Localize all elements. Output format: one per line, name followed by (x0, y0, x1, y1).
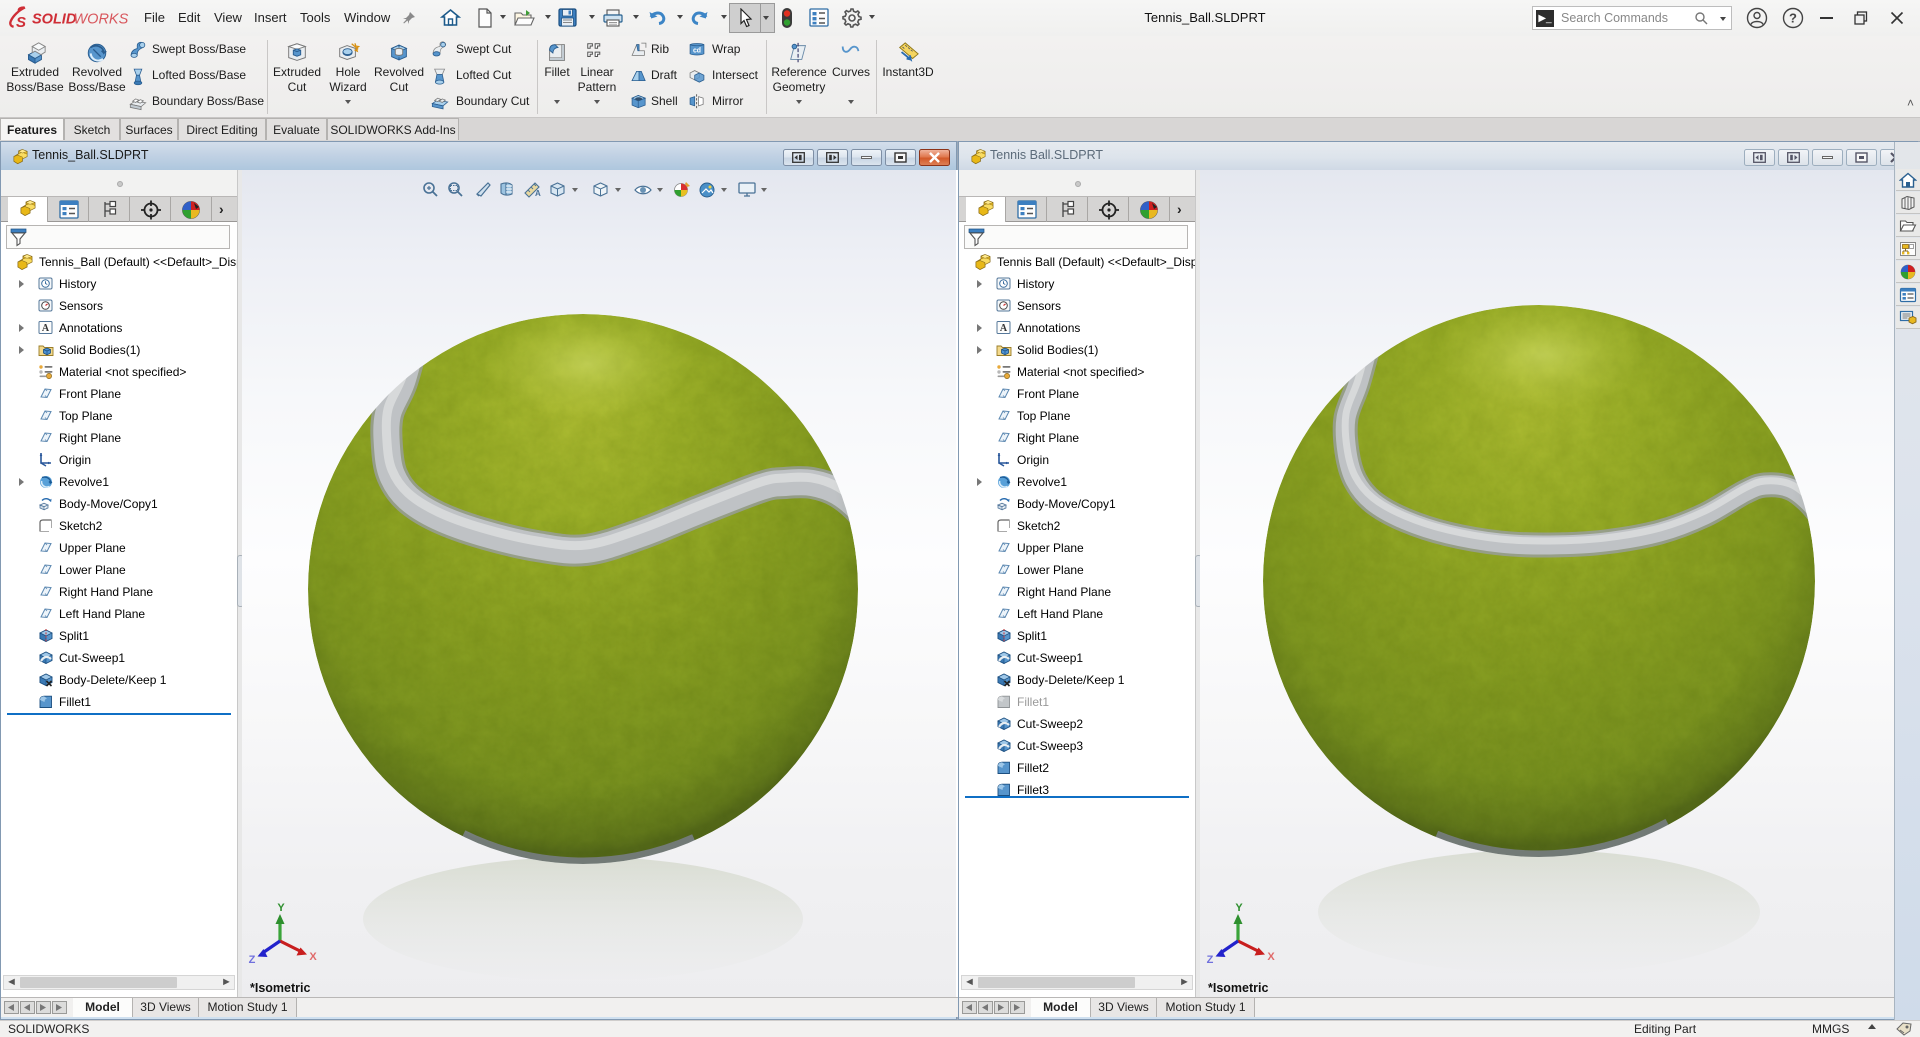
svg-text:A: A (42, 323, 50, 334)
svg-text:Z: Z (249, 954, 256, 965)
svg-text:A: A (535, 189, 541, 198)
svg-text:cd: cd (693, 47, 701, 54)
svg-text:Y: Y (1235, 902, 1243, 914)
svg-text:SOLID: SOLID (32, 12, 77, 28)
svg-text:?: ? (1789, 11, 1797, 26)
svg-text:X: X (309, 951, 317, 963)
svg-text:Y: Y (277, 902, 285, 914)
svg-text:A: A (1000, 323, 1008, 334)
svg-text:Z: Z (1207, 954, 1214, 965)
svg-text:S: S (16, 14, 26, 31)
svg-text:X: X (1267, 951, 1275, 963)
svg-text:WORKS: WORKS (74, 12, 129, 28)
